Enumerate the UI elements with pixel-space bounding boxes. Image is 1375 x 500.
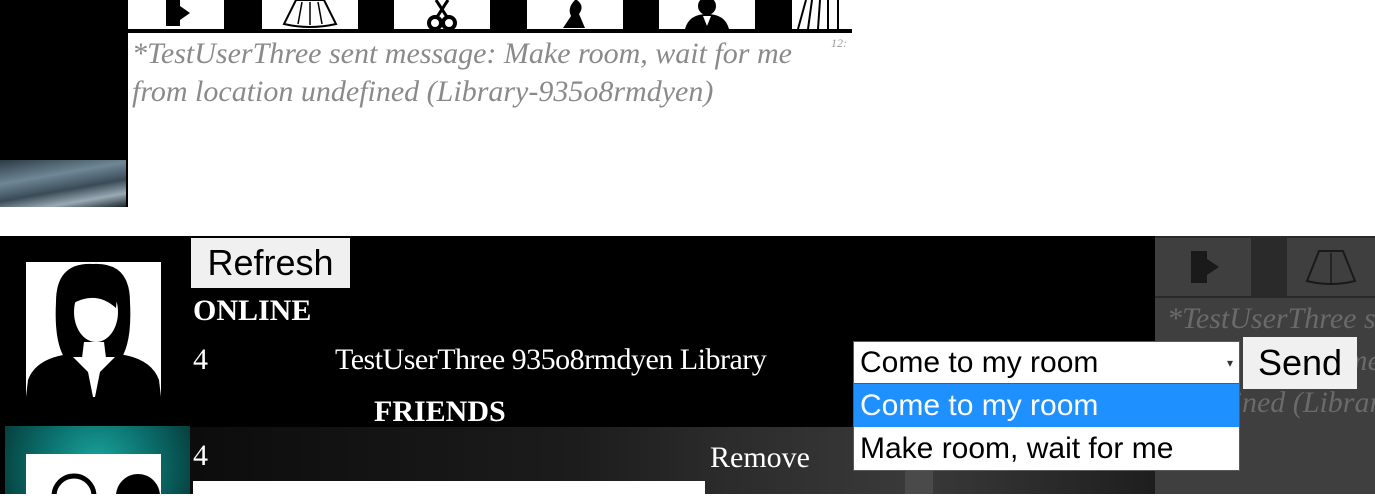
action-option-come-to-room[interactable]: Come to my room (854, 384, 1239, 427)
bookshelf-icon[interactable] (792, 0, 852, 29)
scissors-icon[interactable] (394, 0, 490, 29)
top-left-strip (0, 0, 128, 207)
chat-message-area: *TestUserThree sent message: Make room, … (128, 33, 852, 207)
figure-icon[interactable] (527, 0, 623, 29)
avatar (26, 262, 161, 397)
background-photo (0, 160, 126, 207)
friend-row-field[interactable] (193, 481, 705, 494)
refresh-button[interactable]: Refresh (191, 238, 350, 288)
send-button[interactable]: Send (1243, 337, 1357, 389)
action-option-make-room[interactable]: Make room, wait for me (854, 427, 1239, 470)
chat-message-timestamp: 12: (831, 36, 847, 50)
players-panel: Refresh ONLINE 4 TestUserThree 935o8rmdy… (0, 236, 1375, 494)
chat-message-text: *TestUserThree sent message: Make room, … (132, 37, 792, 108)
online-user-count: 4 (193, 343, 208, 376)
top-icon-row (128, 0, 852, 31)
top-game-view: *TestUserThree sent message: Make room, … (0, 0, 852, 207)
exit-door-icon (1155, 238, 1251, 296)
chevron-down-icon: ▾ (1226, 356, 1233, 370)
remove-friend-button[interactable]: Remove (710, 441, 810, 475)
couple-avatar-icon (51, 473, 160, 494)
friend-avatar (26, 454, 161, 494)
selected-action-label: Come to my room (860, 346, 1099, 379)
online-heading: ONLINE (193, 294, 312, 327)
exit-door-icon[interactable] (128, 0, 224, 29)
woman-avatar-icon (26, 263, 161, 397)
person-icon[interactable] (659, 0, 755, 29)
message-action-select[interactable]: Come to my room ▾ (853, 341, 1240, 385)
skirt-icon[interactable] (262, 0, 358, 29)
online-user-entry: TestUserThree 935o8rmdyen Library (335, 343, 767, 376)
friend-count: 4 (193, 439, 208, 472)
action-dropdown-list[interactable]: Come to my room Make room, wait for me (853, 383, 1240, 471)
background-icon-row (1155, 236, 1375, 298)
skirt-icon (1287, 238, 1375, 296)
friends-heading: FRIENDS (374, 395, 506, 428)
